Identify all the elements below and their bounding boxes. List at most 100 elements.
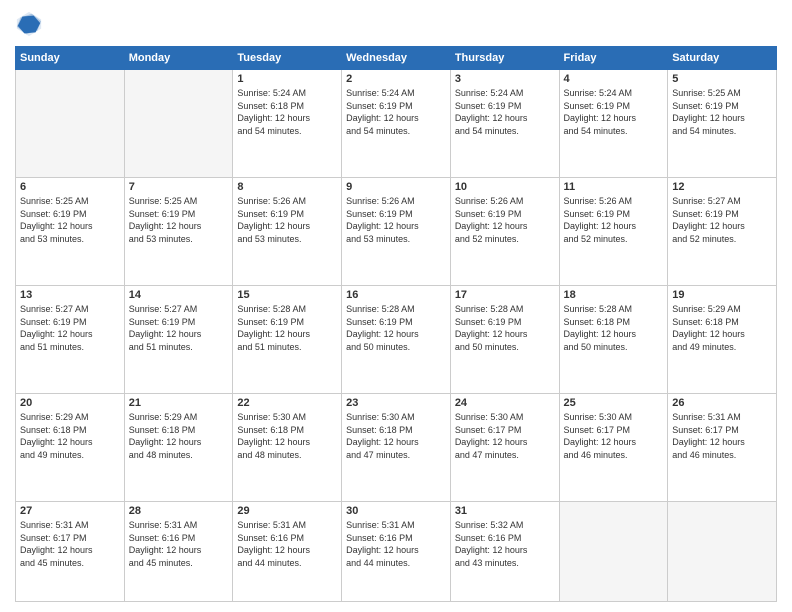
day-number: 4 <box>564 73 664 85</box>
day-number: 12 <box>672 181 772 193</box>
calendar-day-cell: 4 Sunrise: 5:24 AM Sunset: 6:19 PM Daylig… <box>559 70 668 178</box>
day-number: 7 <box>129 181 229 193</box>
calendar-day-cell: 31 Sunrise: 5:32 AM Sunset: 6:16 PM Dayli… <box>450 502 559 602</box>
day-info: Sunrise: 5:29 AM Sunset: 6:18 PM Dayligh… <box>672 303 772 353</box>
day-number: 8 <box>237 181 337 193</box>
calendar-day-cell: 29Sunrise: 5:31 AM Sunset: 6:16 PM Dayli… <box>233 502 342 602</box>
day-info: Sunrise: 5:25 AM Sunset: 6:19 PM Dayligh… <box>129 195 229 245</box>
day-number: 3 <box>455 73 555 85</box>
calendar-week-row: 1 Sunrise: 5:24 AM Sunset: 6:18 PM Daylig… <box>16 70 777 178</box>
day-info: Sunrise: 5:26 AM Sunset: 6:19 PM Dayligh… <box>455 195 555 245</box>
weekday-header: Tuesday <box>233 47 342 70</box>
day-info: Sunrise: 5:24 AM Sunset: 6:18 PM Dayligh… <box>237 87 337 137</box>
day-info: Sunrise: 5:25 AM Sunset: 6:19 PM Dayligh… <box>20 195 120 245</box>
calendar-day-cell <box>124 70 233 178</box>
day-info: Sunrise: 5:26 AM Sunset: 6:19 PM Dayligh… <box>237 195 337 245</box>
header <box>15 10 777 38</box>
day-number: 21 <box>129 397 229 409</box>
day-number: 27 <box>20 505 120 517</box>
day-number: 19 <box>672 289 772 301</box>
calendar-day-cell: 24Sunrise: 5:30 AM Sunset: 6:17 PM Dayli… <box>450 394 559 502</box>
weekday-header: Sunday <box>16 47 125 70</box>
day-info: Sunrise: 5:28 AM Sunset: 6:19 PM Dayligh… <box>237 303 337 353</box>
day-info: Sunrise: 5:32 AM Sunset: 6:16 PM Dayligh… <box>455 519 555 569</box>
calendar-day-cell: 5Sunrise: 5:25 AM Sunset: 6:19 PM Daylig… <box>668 70 777 178</box>
weekday-header: Saturday <box>668 47 777 70</box>
day-info: Sunrise: 5:27 AM Sunset: 6:19 PM Dayligh… <box>129 303 229 353</box>
day-number: 22 <box>237 397 337 409</box>
calendar-day-cell: 18Sunrise: 5:28 AM Sunset: 6:18 PM Dayli… <box>559 286 668 394</box>
day-number: 17 <box>455 289 555 301</box>
day-info: Sunrise: 5:26 AM Sunset: 6:19 PM Dayligh… <box>564 195 664 245</box>
calendar-day-cell: 20 Sunrise: 5:29 AM Sunset: 6:18 PM Dayli… <box>16 394 125 502</box>
day-number: 26 <box>672 397 772 409</box>
day-number: 1 <box>237 73 337 85</box>
day-number: 10 <box>455 181 555 193</box>
calendar-day-cell: 2Sunrise: 5:24 AM Sunset: 6:19 PM Daylig… <box>342 70 451 178</box>
page: SundayMondayTuesdayWednesdayThursdayFrid… <box>0 0 792 612</box>
day-info: Sunrise: 5:29 AM Sunset: 6:18 PM Dayligh… <box>129 411 229 461</box>
logo-icon <box>15 10 43 38</box>
day-number: 20 <box>20 397 120 409</box>
calendar-day-cell: 16 Sunrise: 5:28 AM Sunset: 6:19 PM Dayli… <box>342 286 451 394</box>
day-info: Sunrise: 5:28 AM Sunset: 6:19 PM Dayligh… <box>455 303 555 353</box>
calendar-day-cell: 1 Sunrise: 5:24 AM Sunset: 6:18 PM Daylig… <box>233 70 342 178</box>
day-info: Sunrise: 5:27 AM Sunset: 6:19 PM Dayligh… <box>20 303 120 353</box>
calendar-day-cell: 12 Sunrise: 5:27 AM Sunset: 6:19 PM Dayli… <box>668 178 777 286</box>
day-number: 14 <box>129 289 229 301</box>
day-info: Sunrise: 5:29 AM Sunset: 6:18 PM Dayligh… <box>20 411 120 461</box>
day-info: Sunrise: 5:24 AM Sunset: 6:19 PM Dayligh… <box>455 87 555 137</box>
weekday-header: Monday <box>124 47 233 70</box>
day-info: Sunrise: 5:31 AM Sunset: 6:17 PM Dayligh… <box>20 519 120 569</box>
day-number: 6 <box>20 181 120 193</box>
day-info: Sunrise: 5:28 AM Sunset: 6:19 PM Dayligh… <box>346 303 446 353</box>
day-number: 13 <box>20 289 120 301</box>
calendar-day-cell: 30 Sunrise: 5:31 AM Sunset: 6:16 PM Dayli… <box>342 502 451 602</box>
day-info: Sunrise: 5:27 AM Sunset: 6:19 PM Dayligh… <box>672 195 772 245</box>
calendar-day-cell: 25Sunrise: 5:30 AM Sunset: 6:17 PM Dayli… <box>559 394 668 502</box>
weekday-header: Wednesday <box>342 47 451 70</box>
day-info: Sunrise: 5:25 AM Sunset: 6:19 PM Dayligh… <box>672 87 772 137</box>
calendar-day-cell: 19 Sunrise: 5:29 AM Sunset: 6:18 PM Dayli… <box>668 286 777 394</box>
day-info: Sunrise: 5:24 AM Sunset: 6:19 PM Dayligh… <box>564 87 664 137</box>
calendar-week-row: 13 Sunrise: 5:27 AM Sunset: 6:19 PM Dayli… <box>16 286 777 394</box>
calendar-day-cell <box>16 70 125 178</box>
calendar-week-row: 20 Sunrise: 5:29 AM Sunset: 6:18 PM Dayli… <box>16 394 777 502</box>
day-number: 31 <box>455 505 555 517</box>
calendar-day-cell: 8 Sunrise: 5:26 AM Sunset: 6:19 PM Daylig… <box>233 178 342 286</box>
calendar-day-cell: 11 Sunrise: 5:26 AM Sunset: 6:19 PM Dayli… <box>559 178 668 286</box>
calendar-day-cell: 6 Sunrise: 5:25 AM Sunset: 6:19 PM Daylig… <box>16 178 125 286</box>
weekday-header: Thursday <box>450 47 559 70</box>
day-number: 24 <box>455 397 555 409</box>
day-info: Sunrise: 5:31 AM Sunset: 6:16 PM Dayligh… <box>237 519 337 569</box>
day-info: Sunrise: 5:30 AM Sunset: 6:18 PM Dayligh… <box>346 411 446 461</box>
day-number: 30 <box>346 505 446 517</box>
day-info: Sunrise: 5:30 AM Sunset: 6:17 PM Dayligh… <box>564 411 664 461</box>
day-info: Sunrise: 5:31 AM Sunset: 6:16 PM Dayligh… <box>346 519 446 569</box>
calendar-day-cell: 22 Sunrise: 5:30 AM Sunset: 6:18 PM Dayli… <box>233 394 342 502</box>
calendar-day-cell: 15 Sunrise: 5:28 AM Sunset: 6:19 PM Dayli… <box>233 286 342 394</box>
calendar-day-cell: 26 Sunrise: 5:31 AM Sunset: 6:17 PM Dayli… <box>668 394 777 502</box>
calendar-day-cell: 10 Sunrise: 5:26 AM Sunset: 6:19 PM Dayli… <box>450 178 559 286</box>
day-info: Sunrise: 5:31 AM Sunset: 6:16 PM Dayligh… <box>129 519 229 569</box>
day-number: 28 <box>129 505 229 517</box>
day-number: 9 <box>346 181 446 193</box>
calendar-table: SundayMondayTuesdayWednesdayThursdayFrid… <box>15 46 777 602</box>
calendar-header-row: SundayMondayTuesdayWednesdayThursdayFrid… <box>16 47 777 70</box>
calendar-week-row: 6 Sunrise: 5:25 AM Sunset: 6:19 PM Daylig… <box>16 178 777 286</box>
calendar-day-cell: 13 Sunrise: 5:27 AM Sunset: 6:19 PM Dayli… <box>16 286 125 394</box>
day-info: Sunrise: 5:24 AM Sunset: 6:19 PM Dayligh… <box>346 87 446 137</box>
calendar-day-cell: 17 Sunrise: 5:28 AM Sunset: 6:19 PM Dayli… <box>450 286 559 394</box>
day-info: Sunrise: 5:28 AM Sunset: 6:18 PM Dayligh… <box>564 303 664 353</box>
day-info: Sunrise: 5:30 AM Sunset: 6:18 PM Dayligh… <box>237 411 337 461</box>
calendar-day-cell <box>668 502 777 602</box>
day-info: Sunrise: 5:26 AM Sunset: 6:19 PM Dayligh… <box>346 195 446 245</box>
day-info: Sunrise: 5:31 AM Sunset: 6:17 PM Dayligh… <box>672 411 772 461</box>
calendar-day-cell: 21 Sunrise: 5:29 AM Sunset: 6:18 PM Dayli… <box>124 394 233 502</box>
calendar-day-cell: 9 Sunrise: 5:26 AM Sunset: 6:19 PM Daylig… <box>342 178 451 286</box>
calendar-day-cell: 27 Sunrise: 5:31 AM Sunset: 6:17 PM Dayli… <box>16 502 125 602</box>
day-number: 16 <box>346 289 446 301</box>
calendar-day-cell <box>559 502 668 602</box>
day-number: 11 <box>564 181 664 193</box>
day-number: 15 <box>237 289 337 301</box>
